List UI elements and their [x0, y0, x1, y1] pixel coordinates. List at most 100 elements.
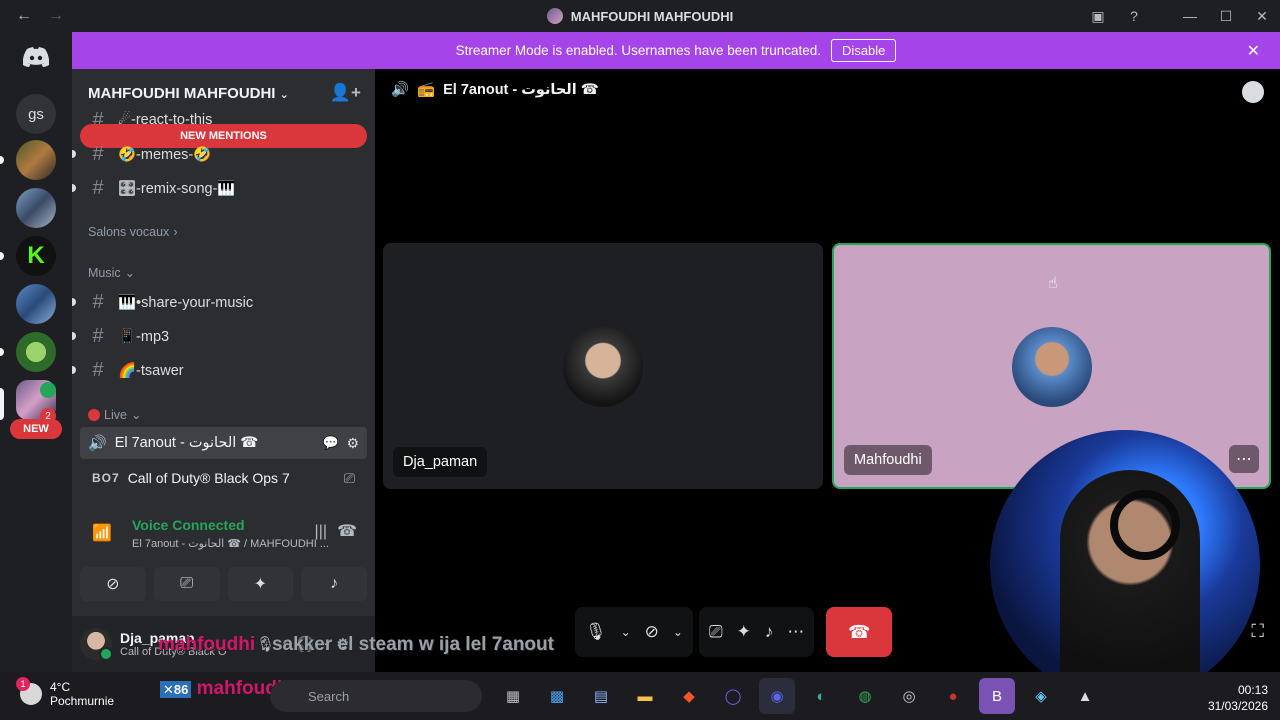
microphone-icon[interactable]: 🎙 [585, 622, 607, 642]
voice-channel-label: El 7anout - الحانوت ☎ [114, 435, 259, 451]
more-icon[interactable]: ⋯ [787, 622, 804, 642]
search-placeholder: Search [308, 688, 350, 704]
file-explorer-icon[interactable]: ▬ [627, 678, 663, 714]
soundboard-icon[interactable]: ♪ [765, 622, 774, 642]
taskbar-apps: ▦ ▩ ▤ ▬ ◆ ◯ ◉ ◐ ◍ ◎ ● B ◈ ▲ [495, 678, 1103, 714]
gear-icon[interactable]: ⚙ [346, 435, 359, 452]
unread-dot [72, 184, 76, 192]
server-icon-1[interactable] [16, 140, 56, 180]
channel-label: 🎛️-remix-song-🎹 [118, 180, 236, 197]
close-banner-icon[interactable]: ✕ [1247, 41, 1260, 61]
maximize-button[interactable]: ☐ [1208, 0, 1244, 32]
channel-item[interactable]: # 📱-mp3 [72, 320, 367, 352]
unread-dot [72, 150, 76, 158]
bootstrap-icon[interactable]: B [979, 678, 1015, 714]
steam-icon[interactable]: ◈ [1023, 678, 1059, 714]
chevron-down-icon[interactable]: ⌄ [621, 625, 631, 639]
obs-icon[interactable]: ◎ [891, 678, 927, 714]
windows-taskbar: 1 4°C Pochmurnie ✕86 mahfoudhi Search ▦ … [0, 672, 1280, 720]
streamer-mode-banner: Streamer Mode is enabled. Usernames have… [72, 32, 1280, 69]
live-dot-icon [88, 408, 100, 421]
camera-off-button[interactable]: ⊘ [80, 567, 146, 601]
unread-pill [0, 156, 4, 164]
category-music[interactable]: Music ⌄ [88, 265, 136, 281]
radio-icon: 📻 [417, 82, 436, 98]
chat-icon[interactable] [1242, 81, 1264, 103]
back-arrow-icon[interactable]: ← [16, 7, 32, 25]
signal-icon[interactable]: 📶 [92, 523, 112, 543]
share-screen-icon[interactable]: ⎚ [709, 622, 723, 642]
forward-arrow-icon[interactable]: → [48, 7, 64, 25]
soundboard-button[interactable]: ♪ [301, 567, 367, 601]
brave-icon[interactable]: ◆ [671, 678, 707, 714]
user-avatar[interactable] [80, 628, 113, 661]
game-icon[interactable]: ● [935, 678, 971, 714]
clock-time: 00:13 [1237, 683, 1268, 697]
channel-item[interactable]: # 🤣-memes-🤣 [72, 138, 367, 170]
noise-suppression-icon[interactable]: ||| [315, 523, 327, 541]
participant-name: Mahfoudhi [844, 445, 932, 475]
participant-tile[interactable]: Dja_paman [383, 243, 823, 489]
category-live[interactable]: Live ⌄ [88, 407, 141, 422]
disconnect-call-button[interactable]: ☎ [826, 607, 893, 657]
server-icon-2[interactable] [16, 188, 56, 228]
calculator-icon[interactable]: ▤ [583, 678, 619, 714]
system-clock[interactable]: 00:13 31/03/2026 [1208, 682, 1268, 714]
camera-off-icon[interactable]: ⊘ [645, 622, 659, 642]
category-label: Live [104, 407, 127, 422]
store-icon[interactable]: ▩ [539, 678, 575, 714]
discord-taskbar-icon[interactable]: ◉ [759, 678, 795, 714]
invite-people-icon[interactable]: 👤+ [330, 83, 361, 103]
edge-icon[interactable]: ◐ [803, 678, 839, 714]
cortana-icon[interactable]: ◯ [715, 678, 751, 714]
chevron-down-icon: ⌄ [124, 266, 136, 280]
call-controls: 🎙 ⌄ ⊘ ⌄ ⎚ ✦ ♪ ⋯ ☎ [575, 607, 893, 657]
inbox-icon[interactable]: ▣ [1080, 0, 1116, 32]
new-badge[interactable]: NEW [10, 419, 62, 439]
cod-icon[interactable]: ▲ [1067, 678, 1103, 714]
server-icon-4[interactable] [16, 284, 56, 324]
chat-bubble-icon[interactable]: 💬 [323, 435, 339, 451]
help-icon[interactable]: ? [1116, 0, 1152, 32]
category-label: Music [88, 265, 121, 280]
stream-icon[interactable]: ⎚ [344, 470, 355, 487]
weather-widget[interactable]: 1 4°C Pochmurnie [16, 677, 114, 708]
server-rail: gs K 2 NEW [0, 32, 72, 672]
discord-home-icon[interactable] [16, 37, 56, 77]
more-options-icon[interactable]: ⋯ [1229, 445, 1259, 473]
kick-server-icon[interactable]: K [16, 236, 56, 276]
disable-streamer-mode-button[interactable]: Disable [831, 39, 897, 62]
channel-item[interactable]: # 🎛️-remix-song-🎹 [72, 172, 367, 204]
streamer-mode-text: Streamer Mode is enabled. Usernames have… [455, 43, 822, 58]
task-view-icon[interactable]: ▦ [495, 678, 531, 714]
chrome-icon[interactable]: ◍ [847, 678, 883, 714]
category-voice-channels[interactable]: Salons vocaux › [88, 225, 177, 239]
audio-video-group: 🎙 ⌄ ⊘ ⌄ [575, 607, 693, 657]
share-screen-button[interactable]: ⎚ [153, 567, 220, 601]
game-title: Call of Duty® Black Ops 7 [127, 470, 290, 486]
unread-dot [72, 332, 76, 340]
server-name: MAHFOUDHI MAHFOUDHI [88, 84, 276, 102]
text-channel-icon: # [92, 290, 104, 313]
channel-item[interactable]: # 🎹•share-your-music [72, 286, 367, 318]
chevron-down-icon: ⌄ [130, 408, 142, 422]
disconnect-icon[interactable]: ☎ [337, 521, 357, 541]
activities-icon[interactable]: ✦ [737, 622, 751, 642]
activities-button[interactable]: ✦ [227, 567, 294, 601]
title-bar: ← → MAHFOUDHI MAHFOUDHI ▣ ? — ☐ ✕ [0, 0, 1280, 32]
close-window-button[interactable]: ✕ [1244, 0, 1280, 32]
server-icon-5[interactable] [16, 332, 56, 372]
actions-group: ⎚ ✦ ♪ ⋯ [698, 607, 815, 657]
minimize-button[interactable]: — [1172, 0, 1208, 32]
taskbar-search[interactable]: Search [270, 680, 482, 712]
voice-active-icon [40, 382, 56, 398]
server-gs[interactable]: gs [16, 94, 56, 134]
chevron-down-icon: ⌄ [279, 88, 289, 101]
fullscreen-icon[interactable]: ⛶ [1251, 621, 1264, 642]
call-header: 🔊 📻 El 7anout - الحانوت ☎ [391, 81, 599, 99]
channel-item[interactable]: # 🌈-tsawer [72, 354, 367, 386]
game-tag: BO7 [92, 471, 120, 485]
temperature: 4°C [50, 680, 71, 694]
chevron-down-icon[interactable]: ⌄ [673, 625, 683, 639]
speaker-icon: 🔊 [88, 435, 107, 452]
